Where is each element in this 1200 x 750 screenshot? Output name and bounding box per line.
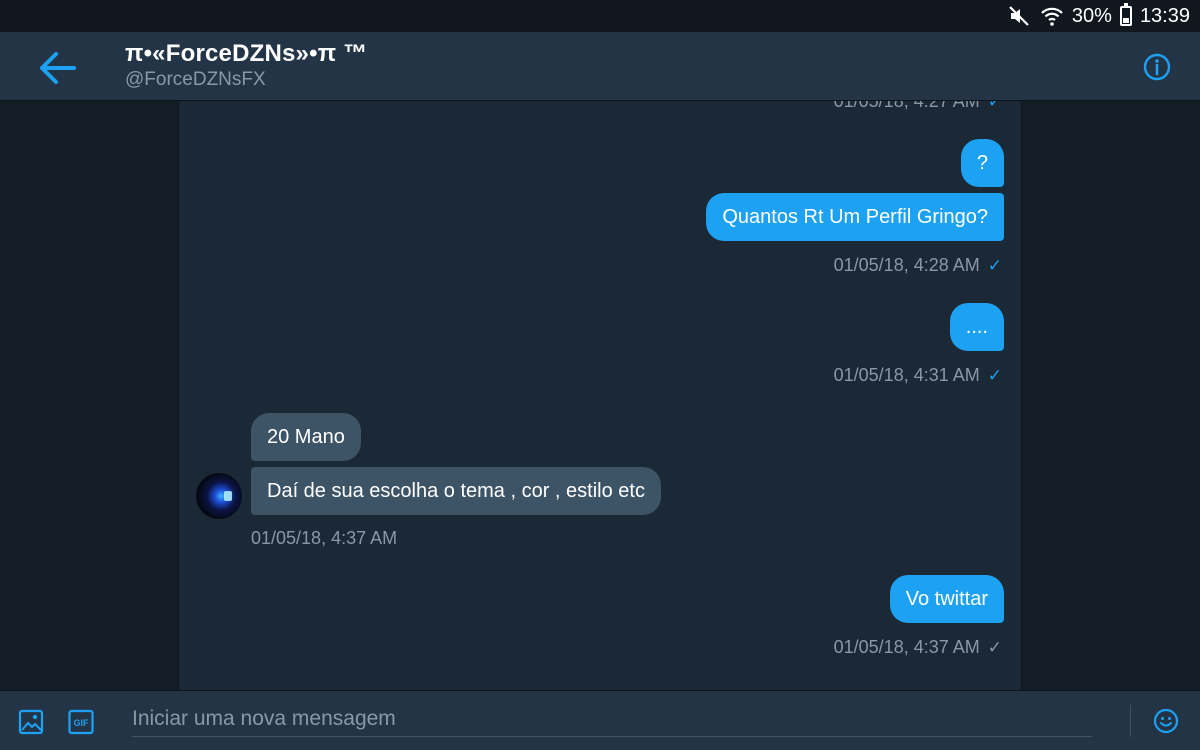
read-check-icon: ✓ bbox=[987, 366, 1002, 385]
back-button[interactable] bbox=[34, 48, 82, 88]
arrow-left-icon bbox=[40, 52, 76, 84]
message-timestamp: 01/05/18, 4:37 AM bbox=[251, 528, 398, 548]
status-bar: 30% 13:39 bbox=[0, 0, 1200, 32]
avatar[interactable] bbox=[196, 473, 242, 519]
contact-name: π•«ForceDZNs»•π ™ bbox=[125, 40, 368, 67]
message-timestamp: 01/05/18, 4:37 AM ✓ bbox=[833, 637, 1002, 657]
right-gutter bbox=[1022, 101, 1200, 690]
clock: 13:39 bbox=[1139, 4, 1190, 27]
emoji-button[interactable] bbox=[1153, 708, 1179, 739]
emoji-icon bbox=[1153, 708, 1179, 734]
info-icon bbox=[1143, 53, 1171, 81]
message-text: Daí de sua escolha o tema , cor , estilo… bbox=[267, 480, 645, 502]
contact-handle: @ForceDZNsFX bbox=[125, 69, 266, 90]
conversation-header: π•«ForceDZNs»•π ™ @ForceDZNsFX bbox=[0, 32, 1200, 101]
gif-label: GIF bbox=[74, 718, 90, 728]
message-text: ? bbox=[976, 152, 988, 174]
conversation-title-block[interactable]: π•«ForceDZNs»•π ™ @ForceDZNsFX bbox=[125, 40, 367, 91]
read-check-icon: ✓ bbox=[987, 256, 1002, 275]
message-list[interactable]: 01/05/18, 4:27 AM ✓ ? Quantos Rt Um Perfi… bbox=[178, 101, 1022, 690]
left-gutter bbox=[0, 101, 178, 690]
incoming-message[interactable]: 20 Mano bbox=[251, 413, 361, 461]
message-timestamp: 01/05/18, 4:28 AM ✓ bbox=[833, 255, 1002, 275]
image-icon bbox=[18, 709, 44, 735]
sent-check-icon: ✓ bbox=[987, 638, 1002, 657]
mute-icon bbox=[1008, 5, 1032, 27]
message-text: 20 Mano bbox=[267, 426, 345, 448]
info-button[interactable] bbox=[1142, 52, 1172, 82]
outgoing-message[interactable]: Vo twittar bbox=[889, 575, 1004, 623]
read-check-icon: ✓ bbox=[987, 101, 1002, 111]
message-composer: GIF bbox=[0, 690, 1200, 750]
message-text: .... bbox=[965, 316, 988, 338]
message-text: Vo twittar bbox=[905, 588, 988, 610]
message-input[interactable] bbox=[132, 701, 1092, 737]
outgoing-message[interactable]: .... bbox=[949, 303, 1004, 351]
battery-percent: 30% bbox=[1071, 4, 1112, 27]
outgoing-message[interactable]: Quantos Rt Um Perfil Gringo? bbox=[706, 193, 1004, 241]
battery-icon bbox=[1119, 3, 1132, 26]
add-gif-button[interactable]: GIF bbox=[68, 709, 94, 740]
incoming-message[interactable]: Daí de sua escolha o tema , cor , estilo… bbox=[251, 467, 661, 515]
message-timestamp: 01/05/18, 4:27 AM ✓ bbox=[834, 101, 1002, 112]
gif-icon: GIF bbox=[68, 709, 94, 735]
wifi-icon bbox=[1040, 5, 1064, 27]
message-timestamp: 01/05/18, 4:31 AM ✓ bbox=[833, 365, 1002, 385]
add-image-button[interactable] bbox=[18, 709, 44, 740]
outgoing-message[interactable]: ? bbox=[960, 139, 1004, 187]
composer-divider bbox=[1130, 705, 1131, 737]
message-text: Quantos Rt Um Perfil Gringo? bbox=[722, 206, 988, 228]
